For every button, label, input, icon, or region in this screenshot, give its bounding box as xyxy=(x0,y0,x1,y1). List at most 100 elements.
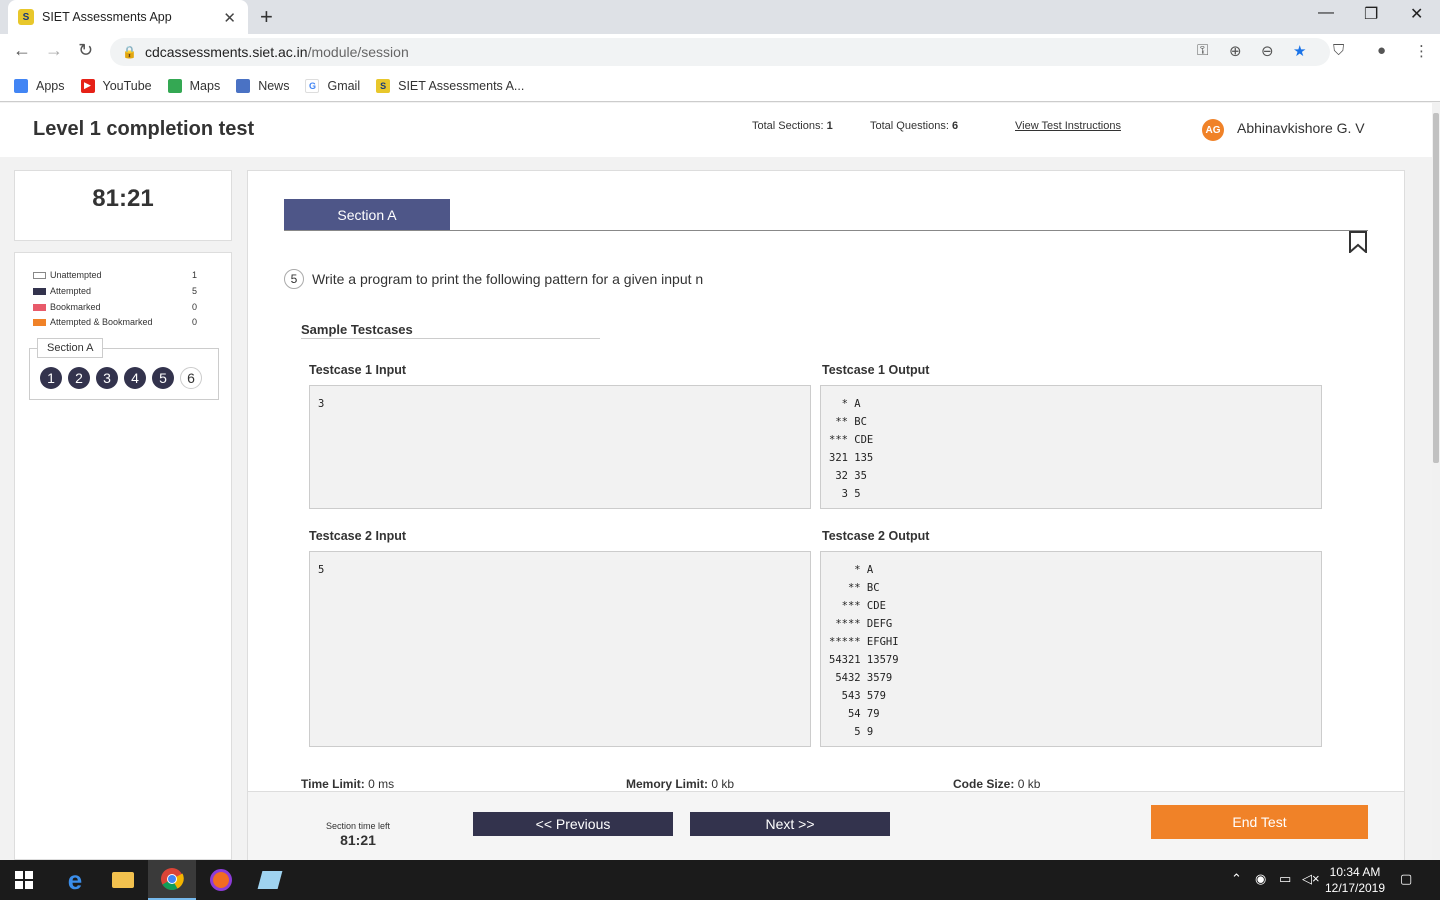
tab-section-a[interactable]: Section A xyxy=(284,199,450,230)
next-button[interactable]: Next >> xyxy=(690,812,890,836)
siet-favicon-icon: S xyxy=(376,78,391,93)
code-size: Code Size: 0 kb xyxy=(953,777,1041,791)
address-bar[interactable]: 🔒 cdcassessments.siet.ac.in/module/sessi… xyxy=(110,38,1330,66)
section-time-value: 81:21 xyxy=(340,832,376,848)
close-window-icon[interactable]: ✕ xyxy=(1410,4,1423,24)
youtube-icon: ▶ xyxy=(80,78,95,93)
minimize-icon[interactable]: — xyxy=(1318,4,1334,22)
legend-unattempted: Unattempted 1 xyxy=(33,270,197,280)
lock-icon: 🔒 xyxy=(122,45,137,59)
profile-icon[interactable]: ● xyxy=(1377,42,1386,59)
navigation-footer: Section time left 81:21 << Previous Next… xyxy=(248,791,1404,860)
network-icon[interactable]: ▭ xyxy=(1279,871,1291,887)
timer-panel: 81:21 xyxy=(14,170,232,241)
volume-icon[interactable]: ◁× xyxy=(1302,871,1320,887)
section-question-group: Section A 1 2 3 4 5 6 xyxy=(29,338,219,400)
divider xyxy=(284,230,1368,231)
question-number: 5 xyxy=(284,269,304,289)
bookmark-siet[interactable]: S SIET Assessments A... xyxy=(376,78,524,93)
testcase-2-output: * A ** BC *** CDE **** DEFG ***** EFGHI … xyxy=(820,551,1322,747)
new-tab-icon[interactable]: + xyxy=(260,4,273,30)
question-panel: Section A 5 Write a program to print the… xyxy=(247,170,1405,860)
question-palette: Unattempted 1 Attempted 5 Bookmarked 0 Atte… xyxy=(14,252,232,860)
sample-testcases-heading: Sample Testcases xyxy=(301,322,413,337)
windows-start-icon[interactable] xyxy=(0,860,48,900)
page-scrollbar[interactable] xyxy=(1432,103,1440,860)
back-icon[interactable]: ← xyxy=(13,40,31,61)
question-button-2[interactable]: 2 xyxy=(68,367,90,389)
bookmark-maps[interactable]: Maps xyxy=(167,78,220,93)
add-icon[interactable]: ⊕ xyxy=(1229,42,1242,60)
bookmark-icon[interactable] xyxy=(1348,231,1368,258)
total-sections: Total Sections: 1 xyxy=(752,120,833,132)
browser-tabstrip: S SIET Assessments App ✕ + — ❐ ✕ xyxy=(0,0,1440,34)
zoom-icon[interactable]: ⊖ xyxy=(1261,42,1274,60)
notifications-icon[interactable]: ▢ xyxy=(1400,871,1412,887)
question-button-5[interactable]: 5 xyxy=(152,367,174,389)
user-name[interactable]: Abhinavkishore G. V xyxy=(1237,120,1365,136)
browser-toolbar: ← → ↻ 🔒 cdcassessments.siet.ac.in/module… xyxy=(0,34,1440,70)
star-icon[interactable]: ★ xyxy=(1293,42,1306,60)
google-icon: G xyxy=(305,78,320,93)
view-instructions-link[interactable]: View Test Instructions xyxy=(1015,120,1121,132)
timer: 81:21 xyxy=(92,185,154,212)
scrollbar-thumb[interactable] xyxy=(1433,113,1439,463)
question-button-3[interactable]: 3 xyxy=(96,367,118,389)
legend-swatch xyxy=(33,287,46,295)
divider xyxy=(301,338,600,339)
tray-chevron-icon[interactable]: ⌃ xyxy=(1231,871,1242,887)
tab-title: SIET Assessments App xyxy=(42,10,172,24)
bookmark-gmail[interactable]: G Gmail xyxy=(305,78,360,93)
maps-icon xyxy=(167,78,182,93)
legend-attempted: Attempted 5 xyxy=(33,286,197,296)
file-explorer-icon[interactable] xyxy=(99,860,147,900)
edge-icon[interactable]: e xyxy=(51,860,99,900)
bookmarks-bar: Apps ▶ YouTube Maps News G Gmail S SIET Ass… xyxy=(0,70,1440,102)
question-button-1[interactable]: 1 xyxy=(40,367,62,389)
menu-icon[interactable]: ⋮ xyxy=(1414,42,1429,60)
eye-icon[interactable]: ◉ xyxy=(1255,871,1266,887)
browser-tab[interactable]: S SIET Assessments App ✕ xyxy=(8,0,248,34)
apps-grid-icon xyxy=(14,78,28,93)
restore-icon[interactable]: ❐ xyxy=(1364,4,1378,24)
question-button-4[interactable]: 4 xyxy=(124,367,146,389)
key-icon[interactable]: ⚿ xyxy=(1197,42,1208,59)
url-path: /module/session xyxy=(307,44,409,60)
shield-icon[interactable]: ⛉ xyxy=(1333,42,1344,59)
time-limit: Time Limit: 0 ms xyxy=(301,777,395,791)
app-header: Level 1 completion test Total Sections: … xyxy=(0,103,1432,157)
previous-button[interactable]: << Previous xyxy=(473,812,673,836)
testcase-1-output: * A ** BC *** CDE 321 135 32 35 3 5 xyxy=(820,385,1322,509)
bookmark-youtube[interactable]: ▶ YouTube xyxy=(80,78,152,93)
testcase-1-input: 3 xyxy=(309,385,811,509)
end-test-button[interactable]: End Test xyxy=(1151,805,1368,839)
taskbar-clock[interactable]: 10:34 AM 12/17/2019 xyxy=(1322,864,1388,896)
reload-icon[interactable]: ↻ xyxy=(78,40,93,61)
testcase-2-input: 5 xyxy=(309,551,811,747)
testcase-2-input-label: Testcase 2 Input xyxy=(309,529,407,543)
news-icon xyxy=(236,78,251,93)
chrome-icon[interactable] xyxy=(148,860,196,900)
bookmark-apps[interactable]: Apps xyxy=(14,78,65,93)
section-label[interactable]: Section A xyxy=(37,338,104,358)
testcase-1-input-label: Testcase 1 Input xyxy=(309,363,407,377)
legend-swatch xyxy=(33,271,46,279)
question-button-6[interactable]: 6 xyxy=(180,367,202,389)
close-tab-icon[interactable]: ✕ xyxy=(223,9,236,27)
legend-swatch xyxy=(33,303,46,311)
forward-icon[interactable]: → xyxy=(45,40,63,61)
memory-limit: Memory Limit: 0 kb xyxy=(626,777,735,791)
total-questions: Total Questions: 6 xyxy=(870,120,959,132)
testcase-1-output-label: Testcase 1 Output xyxy=(822,363,930,377)
testcase-2-output-label: Testcase 2 Output xyxy=(822,529,930,543)
question-text: Write a program to print the following p… xyxy=(312,271,704,287)
bookmark-news[interactable]: News xyxy=(236,78,289,93)
taskbar: e ⌃ ◉ ▭ ◁× 10:34 AM 12/17/2019 ▢ xyxy=(0,860,1440,900)
siet-favicon-icon: S xyxy=(18,9,34,25)
url-host: cdcassessments.siet.ac.in xyxy=(144,44,308,60)
firefox-icon[interactable] xyxy=(197,860,245,900)
legend-bookmarked: Bookmarked 0 xyxy=(33,302,197,312)
notepad-icon[interactable] xyxy=(246,860,294,900)
avatar[interactable]: AG xyxy=(1202,119,1224,141)
section-time-label: Section time left xyxy=(325,821,391,831)
